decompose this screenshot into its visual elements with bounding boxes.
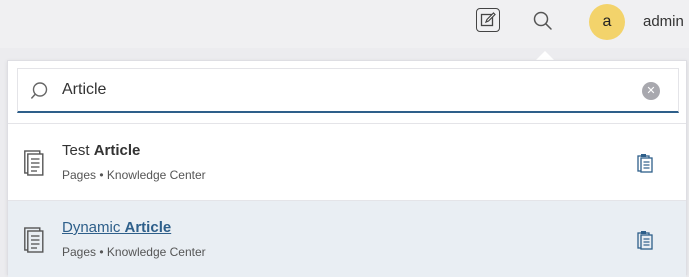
search-result-item[interactable]: Dynamic Article Pages • Knowledge Center xyxy=(8,201,686,277)
document-icon xyxy=(24,227,44,253)
search-button[interactable] xyxy=(532,10,554,32)
clipboard-icon[interactable] xyxy=(636,153,654,173)
edit-icon xyxy=(480,12,496,27)
result-meta: Pages • Knowledge Center xyxy=(62,245,206,259)
search-icon xyxy=(31,82,48,99)
clear-search-button[interactable]: ✕ xyxy=(642,82,660,100)
avatar[interactable]: a xyxy=(589,4,625,40)
clear-icon: ✕ xyxy=(646,85,656,97)
clipboard-icon[interactable] xyxy=(636,230,654,250)
edit-button[interactable] xyxy=(476,8,500,32)
search-input[interactable] xyxy=(62,78,622,102)
search-dropdown: ✕ Test Article Pages • Knowledge Center xyxy=(7,60,687,277)
result-meta: Pages • Knowledge Center xyxy=(62,168,206,182)
document-icon xyxy=(24,150,44,176)
result-title[interactable]: Dynamic Article xyxy=(62,219,171,236)
result-title[interactable]: Test Article xyxy=(62,142,140,159)
top-bar: a admin xyxy=(0,0,689,48)
search-result-item[interactable]: Test Article Pages • Knowledge Center xyxy=(8,124,686,200)
search-icon xyxy=(533,11,552,30)
search-box: ✕ xyxy=(17,68,679,113)
user-name[interactable]: admin xyxy=(643,13,684,30)
